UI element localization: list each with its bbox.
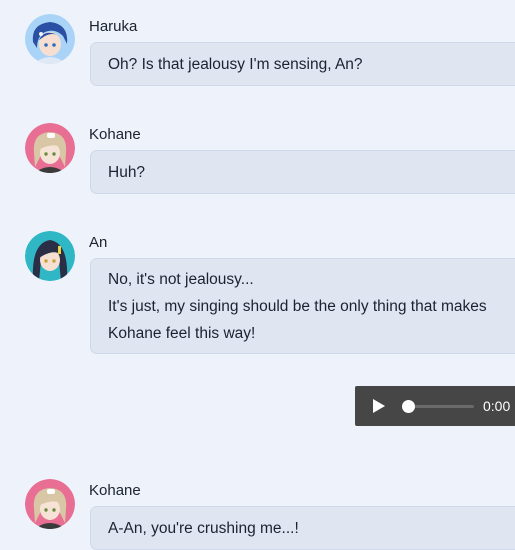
play-icon[interactable] [373, 399, 385, 413]
message-text: A-An, you're crushing me...! [108, 520, 299, 537]
speaker-name: Kohane [89, 126, 141, 143]
message-bubble: No, it's not jealousy... It's just, my s… [90, 258, 515, 354]
message-bubble: A-An, you're crushing me...! [90, 506, 515, 550]
kohane-avatar [25, 479, 75, 529]
haruka-avatar [25, 14, 75, 64]
message-text: No, it's not jealousy... [108, 271, 254, 288]
an-avatar [25, 231, 75, 281]
seek-handle[interactable] [402, 400, 415, 413]
audio-player: 0:00 [355, 386, 515, 426]
message-text: Kohane feel this way! [108, 325, 256, 342]
speaker-name: An [89, 234, 108, 251]
message-bubble: Huh? [90, 150, 515, 194]
message-text: Oh? Is that jealousy I'm sensing, An? [108, 56, 363, 73]
message-text: Huh? [108, 164, 146, 181]
message-text: It's just, my singing should be the only… [108, 298, 487, 315]
speaker-name: Kohane [89, 482, 141, 499]
playback-time: 0:00 [483, 398, 511, 414]
speaker-name: Haruka [89, 18, 138, 35]
kohane-avatar [25, 123, 75, 173]
message-bubble: Oh? Is that jealousy I'm sensing, An? [90, 42, 515, 86]
